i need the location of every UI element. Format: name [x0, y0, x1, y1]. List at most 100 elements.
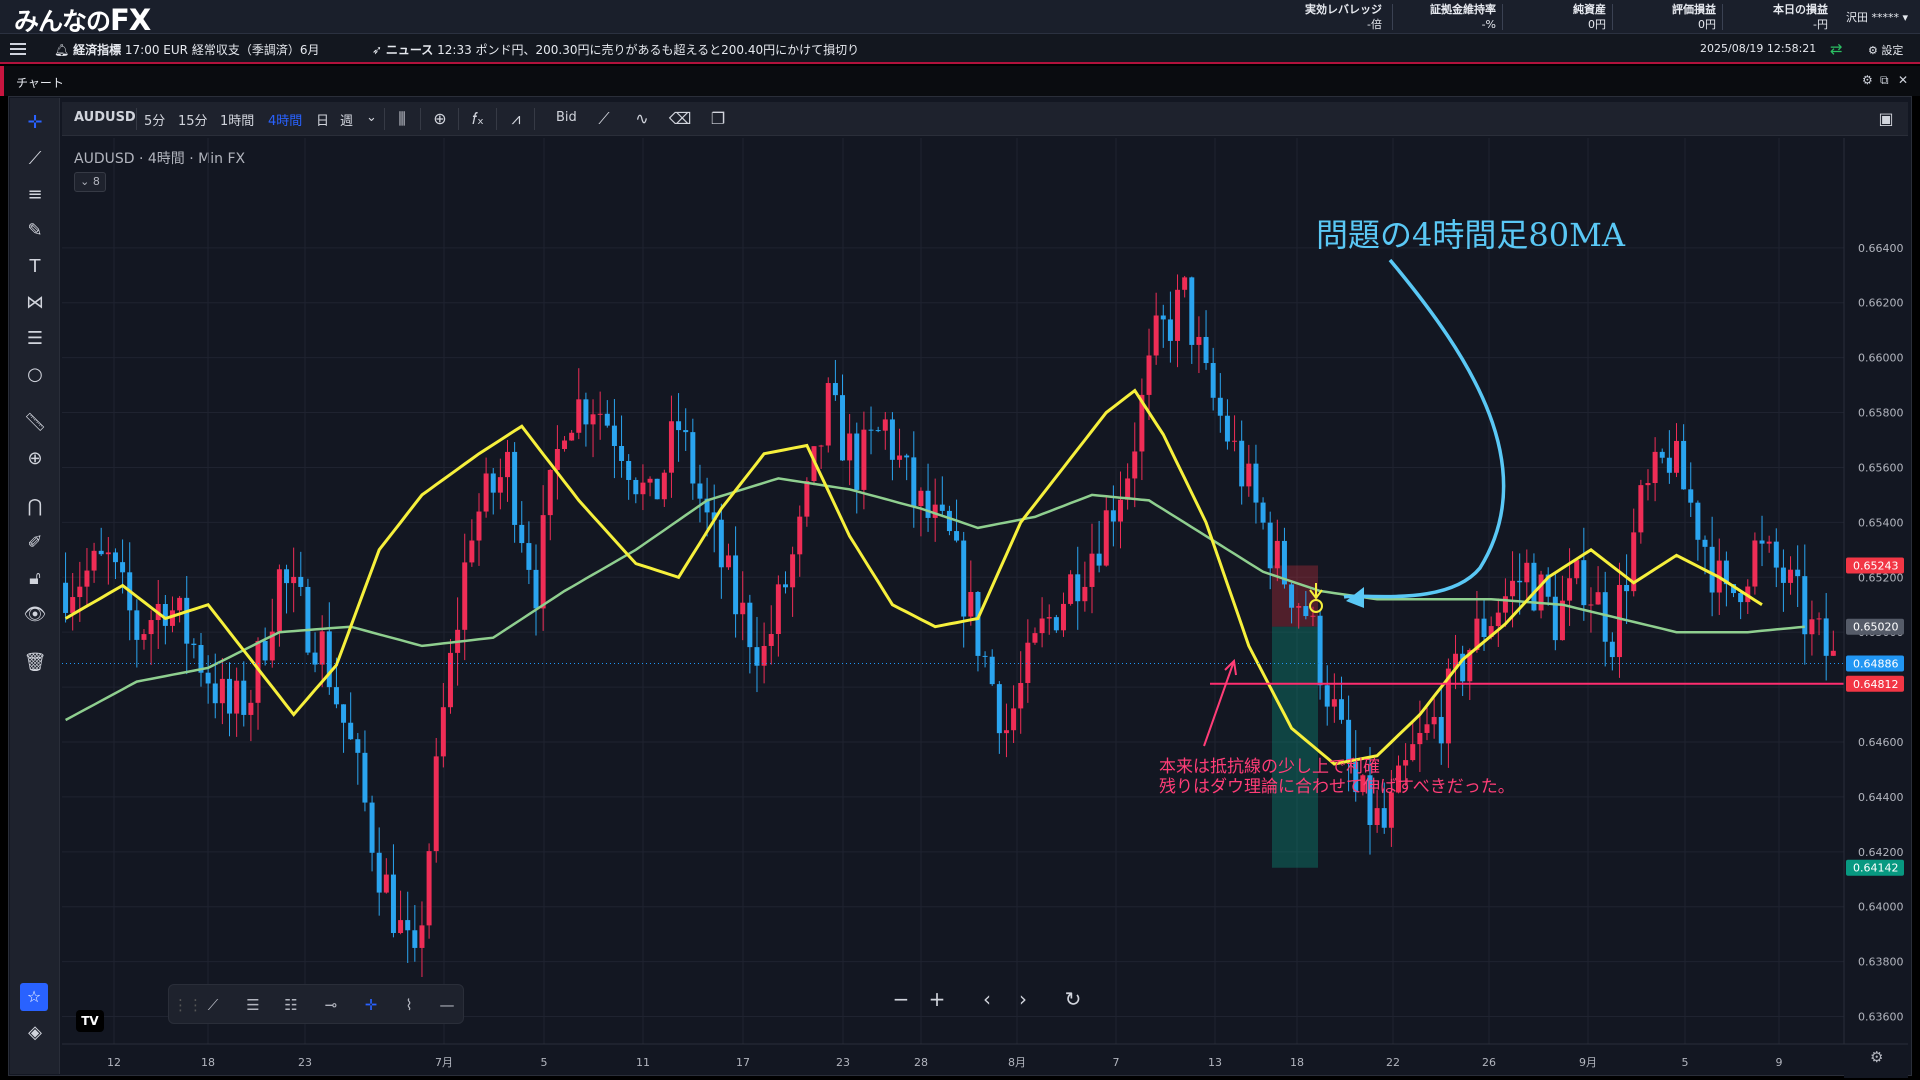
- tp-note-line2: 残りはダウ理論に合わせて伸ばすべきだった。: [1159, 777, 1515, 797]
- candle-body: [882, 419, 888, 431]
- lock-drawing-icon[interactable]: ✐: [22, 530, 48, 556]
- wave-icon[interactable]: ∿: [630, 107, 654, 131]
- candle-body: [832, 383, 838, 396]
- brush-icon[interactable]: ✎: [22, 218, 48, 244]
- zoom-in-button[interactable]: +: [922, 984, 952, 1014]
- trend-line-icon[interactable]: ⟋: [22, 146, 48, 172]
- visibility-icon[interactable]: 👁︎: [22, 602, 48, 628]
- trash-icon[interactable]: 🗑︎: [22, 650, 48, 676]
- price-chart[interactable]: 問題の4時間足80MA 本来は抵抗線の少し上で利確 残りはダウ理論に合わせて伸ば…: [62, 138, 1908, 1078]
- zoom-icon[interactable]: ⊕: [22, 446, 48, 472]
- layers-icon[interactable]: ◈: [22, 1020, 48, 1046]
- x-tick-label: 23: [298, 1056, 312, 1069]
- fib-icon[interactable]: ☰: [22, 326, 48, 352]
- candle-body: [1075, 574, 1081, 602]
- candle-type-icon[interactable]: ⫼: [390, 107, 414, 131]
- reset-icon[interactable]: ↻: [1058, 984, 1088, 1014]
- popout-icon[interactable]: ⧉: [1880, 73, 1889, 88]
- candle-body: [1759, 540, 1765, 544]
- axis-settings-icon[interactable]: ⚙: [1870, 1048, 1883, 1066]
- horizontal-line-icon[interactable]: —: [435, 993, 459, 1017]
- target-zone[interactable]: [1272, 626, 1318, 868]
- stop-zone[interactable]: [1272, 565, 1318, 627]
- candle-body: [241, 680, 247, 715]
- shape-circle-icon[interactable]: ○: [22, 362, 48, 388]
- user-menu[interactable]: 沢田 ***** ▾: [1846, 9, 1908, 25]
- interval-15m[interactable]: 15分: [178, 110, 208, 129]
- pattern-icon[interactable]: ⋈: [22, 290, 48, 316]
- templates-icon[interactable]: ⩘: [504, 107, 528, 131]
- drag-handle-icon[interactable]: ⋮⋮: [173, 993, 203, 1017]
- scroll-left-button[interactable]: ‹: [972, 984, 1002, 1014]
- app-logo[interactable]: みんなのFX: [14, 2, 151, 38]
- lock-icon[interactable]: 🔓︎: [22, 566, 48, 592]
- candle-body: [1331, 699, 1337, 707]
- interval-4h[interactable]: 4時間: [268, 110, 302, 129]
- horizontal-ray-icon[interactable]: ⊸: [319, 993, 343, 1017]
- interval-week[interactable]: 週: [340, 110, 353, 129]
- chevron-down-icon[interactable]: ⌄: [366, 110, 377, 125]
- account-net-assets: 純資産 0円: [1573, 3, 1606, 31]
- copy-layout-icon[interactable]: ❐: [706, 107, 730, 131]
- candle-body: [1324, 685, 1330, 707]
- candle-body: [554, 448, 560, 470]
- x-tick-label: 5: [541, 1056, 548, 1069]
- candle-body: [1246, 463, 1252, 487]
- candle-body: [1310, 615, 1316, 617]
- x-tick-label: 26: [1482, 1056, 1496, 1069]
- candle-body: [1702, 539, 1708, 547]
- zoom-out-button[interactable]: −: [886, 984, 916, 1014]
- x-tick-label: 7: [1113, 1056, 1120, 1069]
- candle-body: [291, 576, 297, 584]
- candle-body: [120, 562, 126, 573]
- crosshair-icon[interactable]: ✛: [359, 993, 383, 1017]
- candle-body: [219, 678, 225, 704]
- favorite-star-icon[interactable]: ☆: [20, 983, 48, 1011]
- hamburger-menu-icon[interactable]: [10, 43, 26, 55]
- magnet-icon[interactable]: ⋂: [22, 494, 48, 520]
- time-axis[interactable]: 12 18 23 7月 5 11 17 23 28 8月 7 13 18 22 26 9月 5 9: [62, 1043, 1908, 1069]
- trend-line-icon[interactable]: ⟋: [201, 993, 225, 1017]
- fib-retracement-icon[interactable]: ☷: [279, 993, 303, 1017]
- y-tick-label: 0.65800: [1858, 407, 1904, 420]
- line-chart-icon[interactable]: ⟋: [592, 107, 616, 131]
- candle-body: [576, 399, 582, 433]
- settings-button[interactable]: ⚙ 設定: [1868, 42, 1903, 58]
- parallel-channel-icon[interactable]: ☰: [241, 993, 265, 1017]
- ruler-icon[interactable]: 📏︎: [22, 410, 48, 436]
- news-ticker[interactable]: ➶ ニュース 12:33 ポンド円、200.30円に売りがあるも超えると200.…: [372, 41, 859, 58]
- x-tick-label: 5: [1682, 1056, 1689, 1069]
- panel-settings-icon[interactable]: ⚙: [1862, 73, 1873, 87]
- tradingview-logo[interactable]: TV: [76, 1010, 104, 1032]
- x-tick-label: 23: [836, 1056, 850, 1069]
- eraser-icon[interactable]: ⌫: [668, 107, 692, 131]
- candle-body: [661, 472, 667, 500]
- path-icon[interactable]: ⌇: [397, 993, 421, 1017]
- candle-body: [1388, 792, 1394, 828]
- price-source-button[interactable]: Bid: [556, 110, 577, 125]
- interval-5m[interactable]: 5分: [144, 110, 165, 129]
- x-tick-label: 7月: [435, 1056, 453, 1069]
- compare-icon[interactable]: ⊕: [428, 107, 452, 131]
- symbol-button[interactable]: AUDUSD: [74, 110, 136, 125]
- scroll-right-button[interactable]: ›: [1008, 984, 1038, 1014]
- indicators-icon[interactable]: 𝑓ₓ: [466, 107, 490, 131]
- crosshair-icon[interactable]: ✛: [22, 110, 48, 136]
- price-axis[interactable]: 0.66400 0.66200 0.66000 0.65800 0.65600 0.654…: [1843, 138, 1908, 1078]
- sync-icon[interactable]: ⇄: [1830, 40, 1843, 58]
- chart-toolbar: AUDUSD 5分 15分 1時間 4時間 日 週 ⌄ ⫼ ⊕ 𝑓ₓ ⩘ Bid…: [62, 102, 1908, 136]
- candle-body: [1082, 586, 1088, 602]
- close-icon[interactable]: ✕: [1898, 73, 1908, 87]
- candle-body: [1224, 415, 1230, 442]
- channel-icon[interactable]: ≡: [22, 182, 48, 208]
- candle-body: [497, 477, 503, 493]
- interval-1h[interactable]: 1時間: [220, 110, 254, 129]
- text-icon[interactable]: T: [22, 254, 48, 280]
- tp-note-line1: 本来は抵抗線の少し上で利確: [1159, 757, 1380, 777]
- candle-body: [1253, 463, 1259, 503]
- layout-icon[interactable]: ▣: [1874, 107, 1898, 131]
- candle-body: [298, 576, 304, 587]
- candle-body: [262, 640, 268, 661]
- economic-indicator[interactable]: 🔔︎ 経済指標 17:00 EUR 経常収支（季調済）6月: [54, 41, 319, 58]
- interval-day[interactable]: 日: [316, 110, 329, 129]
